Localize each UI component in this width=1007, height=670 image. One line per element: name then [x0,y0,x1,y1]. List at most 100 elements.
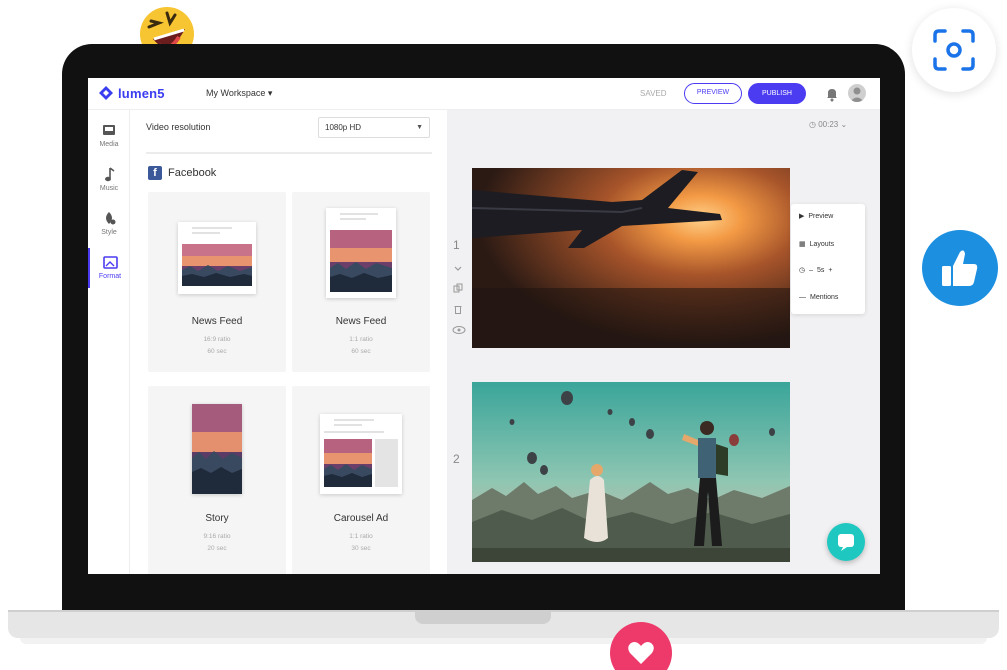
preview-eye-icon[interactable] [452,325,466,335]
app-screen: lumen5 My Workspace ▾ SAVED PREVIEW PUBL… [88,78,880,574]
card-ratio: 1:1 ratio [349,533,373,540]
scene-number: 1 [453,238,460,252]
placeholder-line [334,419,374,421]
rail-item-music[interactable]: Music [88,160,130,200]
scene-number: 2 [453,452,460,466]
user-avatar[interactable] [848,84,866,102]
card-title: Carousel Ad [333,513,389,524]
sunset-thumbnail-image [182,244,252,286]
like-reaction-bubble[interactable] [922,230,998,306]
format-thumbnail [326,208,396,298]
airplane-sunset-image [472,168,790,348]
preview-button[interactable]: PREVIEW [684,83,742,104]
format-panel: Video resolution 1080p HD ▼ f Facebook N… [131,110,447,574]
publish-button[interactable]: PUBLISH [748,83,806,104]
scan-icon [933,29,975,71]
move-down-icon[interactable] [453,264,463,274]
card-title: Story [205,513,229,524]
love-reaction-bubble[interactable] [610,622,672,670]
promo-stage: lumen5 My Workspace ▾ SAVED PREVIEW PUBL… [0,0,1007,670]
format-thumbnail [320,414,402,494]
placeholder-line [340,213,378,215]
music-icon [105,167,115,182]
sunset-landscape-icon [324,439,372,487]
rail-item-format[interactable]: Format [88,248,130,288]
card-duration: 30 sec [351,545,371,552]
chat-support-button[interactable] [827,523,865,561]
format-card-news-feed-landscape[interactable]: News Feed 16:9 ratio 60 sec [148,192,286,372]
scene-menu-duration[interactable]: ◷ – 5s + [799,266,833,275]
placeholder-line [192,232,220,234]
placeholder-line [192,227,232,229]
scene-menu-mentions[interactable]: — Mentions [799,294,838,301]
layout-icon: ▦ [799,241,806,248]
chat-icon [838,534,854,551]
menu-label: Preview [808,212,834,220]
sunset-landscape-icon [182,244,252,286]
sunset-thumbnail-image [324,439,372,487]
save-status: SAVED [640,89,667,98]
notification-bell-icon[interactable] [825,86,839,102]
format-card-carousel-ad[interactable]: Carousel Ad 1:1 ratio 30 sec [292,386,430,574]
duplicate-icon[interactable] [453,283,463,293]
card-ratio: 1:1 ratio [349,336,373,343]
card-duration: 60 sec [351,348,371,355]
thumbs-up-icon [942,250,978,286]
left-rail: Media Music Style Format [88,110,130,574]
format-icon [103,256,118,269]
rail-item-media[interactable]: Media [88,116,130,156]
resolution-select[interactable]: 1080p HD ▼ [318,117,430,138]
sunset-landscape-icon [192,404,242,494]
scene-2-image[interactable] [472,382,790,562]
video-duration: ◷ 00:23 ⌄ [809,120,847,129]
placeholder-line [334,424,362,426]
logo-text: lumen5 [118,85,165,101]
sunset-landscape-icon [330,230,392,292]
scene-menu-layouts[interactable]: ▦ Layouts [799,240,835,249]
placeholder-line [340,218,366,220]
rail-item-style[interactable]: Style [88,204,130,244]
sunset-thumbnail-image [330,230,392,292]
workspace-label: My Workspace [206,88,266,98]
workspace-dropdown[interactable]: My Workspace ▾ [206,88,272,99]
duration-value: 00:23 [818,120,839,129]
delete-icon[interactable] [453,304,463,314]
user-icon [850,87,864,102]
decrease-icon: – [809,266,814,274]
facebook-icon: f [148,166,162,180]
card-title: News Feed [191,316,243,327]
rail-label: Style [101,229,117,236]
resolution-value: 1080p HD [325,123,362,132]
carousel-next-placeholder [375,439,398,487]
scene-menu-preview[interactable]: ▶ Preview [799,212,834,221]
card-title: News Feed [335,316,387,327]
laptop-notch [415,610,551,624]
card-ratio: 16:9 ratio [203,336,231,343]
format-thumbnail [192,404,242,494]
visual-search-button[interactable] [912,8,996,92]
chevron-down-icon: ▾ [267,88,273,98]
card-duration: 20 sec [207,545,227,552]
menu-label: Layouts [809,240,835,248]
laptop-shadow [20,638,987,644]
format-card-news-feed-square[interactable]: News Feed 1:1 ratio 60 sec [292,192,430,372]
scene-1-image[interactable] [472,168,790,348]
sunset-thumbnail-image [192,404,242,494]
clock-icon: ◷ [809,120,819,129]
platform-label: Facebook [168,167,217,179]
app-logo[interactable]: lumen5 [98,85,165,101]
scene-menu: ▶ Preview ▦ Layouts ◷ – 5s + — Mentions [791,204,865,314]
balloons-traveler-image [472,382,790,562]
format-thumbnail [178,222,256,294]
style-icon [106,212,116,225]
heart-icon [628,642,654,664]
card-ratio: 9:16 ratio [203,533,231,540]
rail-label: Media [99,141,119,148]
format-card-story[interactable]: Story 9:16 ratio 20 sec [148,386,286,574]
divider [146,152,432,154]
mention-icon: — [799,294,806,301]
menu-label: Mentions [810,294,839,301]
clock-icon: ◷ [799,267,806,274]
chevron-down-icon: ▼ [416,124,423,131]
rail-label: Music [99,185,119,192]
